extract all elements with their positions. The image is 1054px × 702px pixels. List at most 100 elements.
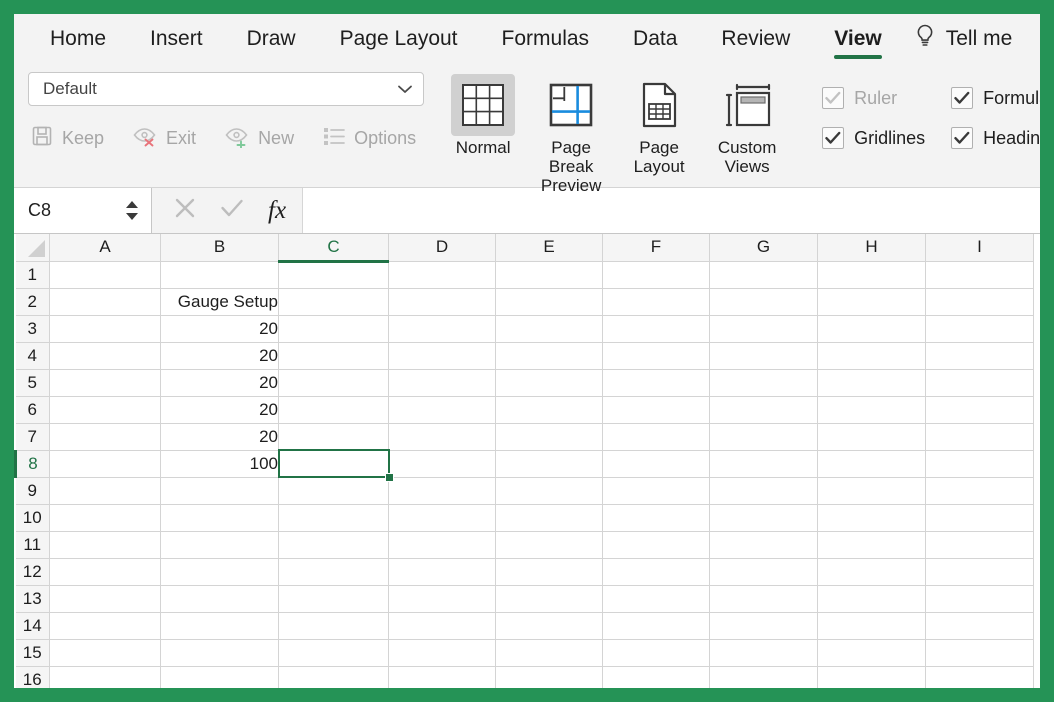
cell-H6[interactable] — [817, 396, 926, 424]
cell-E7[interactable] — [495, 423, 603, 451]
formula-bar-checkbox[interactable]: Formula Bar — [951, 78, 1040, 118]
fx-icon[interactable]: fx — [268, 197, 286, 225]
cell-H13[interactable] — [817, 585, 926, 613]
cell-F14[interactable] — [602, 612, 710, 640]
cell-C11[interactable] — [278, 531, 389, 559]
cell-H7[interactable] — [817, 423, 926, 451]
row-header-10[interactable]: 10 — [15, 504, 50, 532]
cell-F4[interactable] — [602, 342, 710, 370]
cell-G14[interactable] — [709, 612, 818, 640]
select-all-corner[interactable] — [15, 234, 50, 262]
cell-I14[interactable] — [925, 612, 1034, 640]
column-header-b[interactable]: B — [160, 234, 279, 262]
cell-G5[interactable] — [709, 369, 818, 397]
cell-G11[interactable] — [709, 531, 818, 559]
cell-B12[interactable] — [160, 558, 279, 586]
cell-A2[interactable] — [49, 288, 161, 316]
exit-button[interactable]: Exit — [130, 122, 208, 155]
cell-G13[interactable] — [709, 585, 818, 613]
cell-E6[interactable] — [495, 396, 603, 424]
cell-F6[interactable] — [602, 396, 710, 424]
custom-views-button[interactable]: Custom Views — [704, 70, 790, 176]
cell-E8[interactable] — [495, 450, 603, 478]
ruler-checkbox[interactable]: Ruler — [822, 78, 925, 118]
cell-G16[interactable] — [709, 666, 818, 688]
cell-H11[interactable] — [817, 531, 926, 559]
cell-I7[interactable] — [925, 423, 1034, 451]
cell-F10[interactable] — [602, 504, 710, 532]
cell-G10[interactable] — [709, 504, 818, 532]
cell-H2[interactable] — [817, 288, 926, 316]
cell-A9[interactable] — [49, 477, 161, 505]
cell-C2[interactable] — [278, 288, 389, 316]
row-header-11[interactable]: 11 — [15, 531, 50, 559]
tab-review[interactable]: Review — [699, 14, 812, 64]
cell-D5[interactable] — [388, 369, 496, 397]
cell-F13[interactable] — [602, 585, 710, 613]
tab-insert[interactable]: Insert — [128, 14, 225, 64]
page-break-preview-button[interactable]: Page Break Preview — [528, 70, 614, 195]
cell-G3[interactable] — [709, 315, 818, 343]
cell-C4[interactable] — [278, 342, 389, 370]
cell-G6[interactable] — [709, 396, 818, 424]
cell-C5[interactable] — [278, 369, 389, 397]
cell-F2[interactable] — [602, 288, 710, 316]
cell-E16[interactable] — [495, 666, 603, 688]
row-header-2[interactable]: 2 — [15, 288, 50, 316]
cell-I4[interactable] — [925, 342, 1034, 370]
cell-C14[interactable] — [278, 612, 389, 640]
tab-home[interactable]: Home — [28, 14, 128, 64]
column-header-f[interactable]: F — [602, 234, 710, 262]
cell-D10[interactable] — [388, 504, 496, 532]
cell-C8[interactable] — [278, 450, 389, 478]
cell-D11[interactable] — [388, 531, 496, 559]
cell-E5[interactable] — [495, 369, 603, 397]
cell-A10[interactable] — [49, 504, 161, 532]
options-button[interactable]: Options — [320, 123, 428, 154]
cell-A16[interactable] — [49, 666, 161, 688]
gridlines-checkbox[interactable]: Gridlines — [822, 118, 925, 158]
cell-B14[interactable] — [160, 612, 279, 640]
cell-G4[interactable] — [709, 342, 818, 370]
cell-A11[interactable] — [49, 531, 161, 559]
spreadsheet-grid[interactable]: ABCDEFGHI 1 2 Gauge Setup 3 20 4 20 5 20 6 20 7 20 8 1… — [14, 234, 1040, 688]
row-header-7[interactable]: 7 — [15, 423, 50, 451]
row-header-8[interactable]: 8 — [14, 450, 50, 478]
row-header-5[interactable]: 5 — [15, 369, 50, 397]
tab-formulas[interactable]: Formulas — [480, 14, 612, 64]
cell-E3[interactable] — [495, 315, 603, 343]
cell-H3[interactable] — [817, 315, 926, 343]
cell-A6[interactable] — [49, 396, 161, 424]
cell-B2[interactable]: Gauge Setup — [160, 288, 279, 316]
tab-page-layout[interactable]: Page Layout — [318, 14, 480, 64]
cell-F15[interactable] — [602, 639, 710, 667]
cell-I10[interactable] — [925, 504, 1034, 532]
column-header-h[interactable]: H — [817, 234, 926, 262]
row-header-6[interactable]: 6 — [15, 396, 50, 424]
cell-G1[interactable] — [709, 261, 818, 289]
cell-G8[interactable] — [709, 450, 818, 478]
cell-D16[interactable] — [388, 666, 496, 688]
cell-A15[interactable] — [49, 639, 161, 667]
cell-G7[interactable] — [709, 423, 818, 451]
row-header-13[interactable]: 13 — [15, 585, 50, 613]
cell-B6[interactable]: 20 — [160, 396, 279, 424]
cell-F11[interactable] — [602, 531, 710, 559]
normal-view-button[interactable]: Normal — [440, 70, 526, 157]
cell-A1[interactable] — [49, 261, 161, 289]
cell-C7[interactable] — [278, 423, 389, 451]
cell-F1[interactable] — [602, 261, 710, 289]
cell-D15[interactable] — [388, 639, 496, 667]
cell-I13[interactable] — [925, 585, 1034, 613]
cell-E14[interactable] — [495, 612, 603, 640]
cell-D2[interactable] — [388, 288, 496, 316]
cell-A5[interactable] — [49, 369, 161, 397]
row-header-16[interactable]: 16 — [15, 666, 50, 688]
column-header-d[interactable]: D — [388, 234, 496, 262]
cell-G15[interactable] — [709, 639, 818, 667]
cell-F8[interactable] — [602, 450, 710, 478]
cell-E13[interactable] — [495, 585, 603, 613]
cell-E10[interactable] — [495, 504, 603, 532]
name-box-spinner[interactable] — [125, 200, 151, 221]
column-header-a[interactable]: A — [49, 234, 161, 262]
